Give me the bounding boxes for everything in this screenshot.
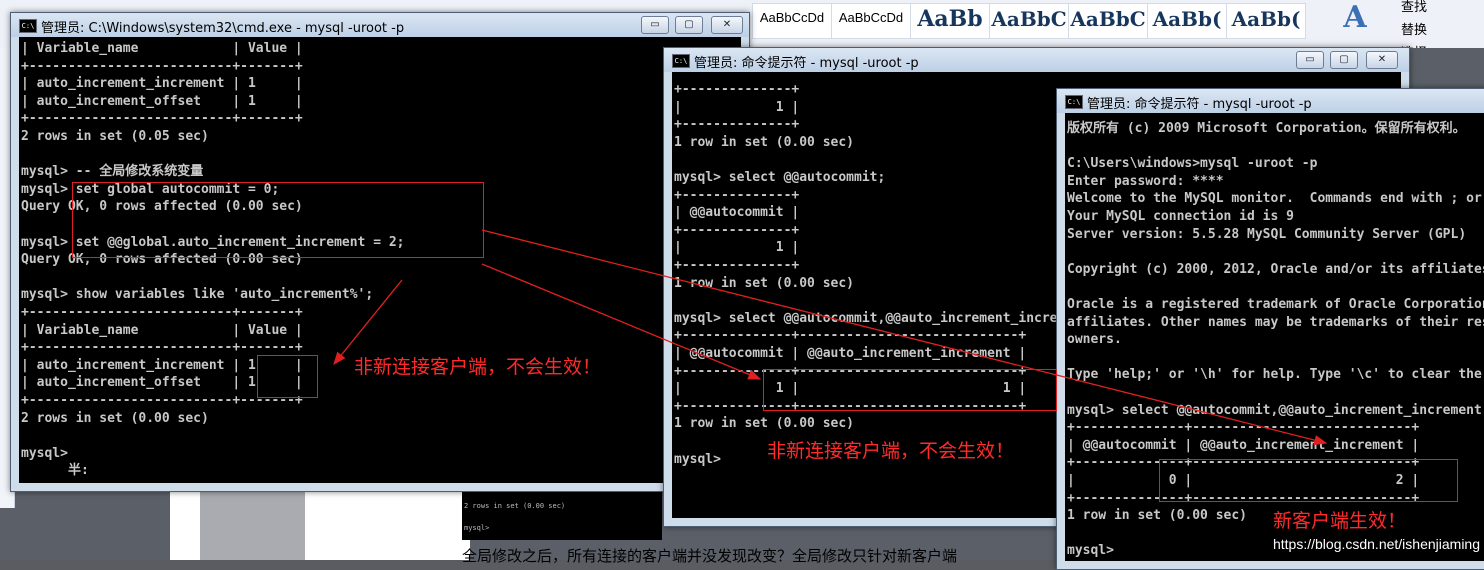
watermark: https://blog.csdn.net/ishenjiaming: [1272, 536, 1480, 552]
annotation-effective: 新客户端生效！: [1273, 510, 1407, 532]
arrow-line: [481, 229, 1328, 446]
annotation-not-effective: 非新连接客户端，不会生效！: [354, 356, 602, 378]
annotation-arrows: [333, 229, 1328, 446]
annotation-not-effective: 非新连接客户端，不会生效！: [767, 440, 1015, 462]
